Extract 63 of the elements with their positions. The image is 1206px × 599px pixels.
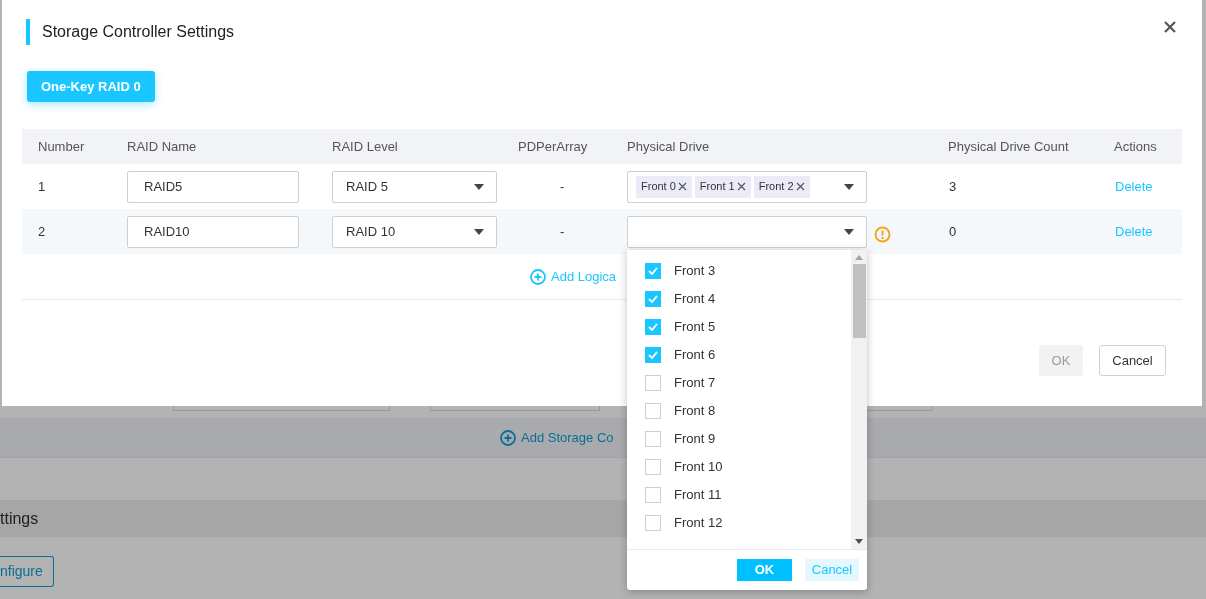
drive-option[interactable]: Front 7 xyxy=(627,369,851,397)
check-icon xyxy=(648,323,658,331)
pd-per-array: - xyxy=(560,177,565,196)
add-icon xyxy=(500,429,516,446)
drive-tag: Front 1 xyxy=(694,175,751,198)
caret-icon xyxy=(474,228,484,235)
checkbox[interactable] xyxy=(645,263,661,279)
dialog-title: Storage Controller Settings xyxy=(42,22,235,42)
check-icon xyxy=(648,267,658,275)
caret-icon xyxy=(844,228,854,235)
drive-count: 0 xyxy=(949,222,957,241)
checkbox[interactable] xyxy=(645,487,661,503)
checkbox[interactable] xyxy=(645,375,661,391)
raid-name-field[interactable]: RAID5 xyxy=(127,170,299,203)
remove-icon[interactable] xyxy=(736,182,746,191)
column-header: RAID Level xyxy=(332,138,398,154)
drive-option[interactable]: Front 9 xyxy=(627,425,851,453)
pd-per-array: - xyxy=(560,222,565,241)
caret-icon xyxy=(474,183,484,190)
section-title: ttings xyxy=(0,508,39,529)
column-header: PDPerArray xyxy=(518,138,588,154)
drive-option[interactable]: Front 12 xyxy=(627,509,851,537)
column-header: Physical Drive xyxy=(627,138,710,154)
row-number: 2 xyxy=(38,222,46,241)
checkbox[interactable] xyxy=(645,515,661,531)
raid-name-field[interactable]: RAID10 xyxy=(127,215,299,248)
drive-option[interactable]: Front 8 xyxy=(627,397,851,425)
caret-icon xyxy=(844,183,854,190)
check-icon xyxy=(648,295,658,303)
drive-option[interactable]: Front 6 xyxy=(627,341,851,369)
column-header: Number xyxy=(38,138,85,154)
drive-option[interactable]: Front 5 xyxy=(627,313,851,341)
scrollbar-thumb[interactable] xyxy=(852,264,866,338)
remove-icon[interactable] xyxy=(677,182,687,191)
column-header: Actions xyxy=(1114,138,1157,154)
raid-level-select[interactable]: RAID 5 xyxy=(332,170,497,203)
checkbox[interactable] xyxy=(645,459,661,475)
drive-tag: Front 2 xyxy=(753,175,810,198)
drive-option[interactable]: Front 4 xyxy=(627,285,851,313)
column-header: Physical Drive Count xyxy=(948,138,1069,154)
drive-count: 3 xyxy=(949,177,957,196)
checkbox[interactable] xyxy=(645,291,661,307)
scrollbar[interactable] xyxy=(851,250,867,549)
checkbox[interactable] xyxy=(645,403,661,419)
checkbox[interactable] xyxy=(645,431,661,447)
scroll-down-icon[interactable] xyxy=(855,539,863,544)
drive-option[interactable]: Front 11 xyxy=(627,481,851,509)
drive-option[interactable]: Front 3 xyxy=(627,257,851,285)
physical-drive-select[interactable] xyxy=(627,215,867,248)
physical-drive-select[interactable]: Front 0 Front 1 Front 2 xyxy=(627,170,867,203)
drive-tag: Front 0 xyxy=(636,175,692,198)
check-icon xyxy=(648,351,658,359)
raid-level-select[interactable]: RAID 10 xyxy=(332,215,497,248)
checkbox[interactable] xyxy=(645,347,661,363)
drive-option[interactable]: Front 10 xyxy=(627,453,851,481)
add-icon xyxy=(530,268,546,285)
title-accent xyxy=(26,19,30,45)
cancel-button[interactable]: Cancel xyxy=(1099,345,1166,376)
remove-icon[interactable] xyxy=(795,182,805,191)
checkbox[interactable] xyxy=(645,319,661,335)
column-header: RAID Name xyxy=(127,138,197,154)
row-number: 1 xyxy=(38,177,46,196)
close-icon xyxy=(1164,21,1176,33)
